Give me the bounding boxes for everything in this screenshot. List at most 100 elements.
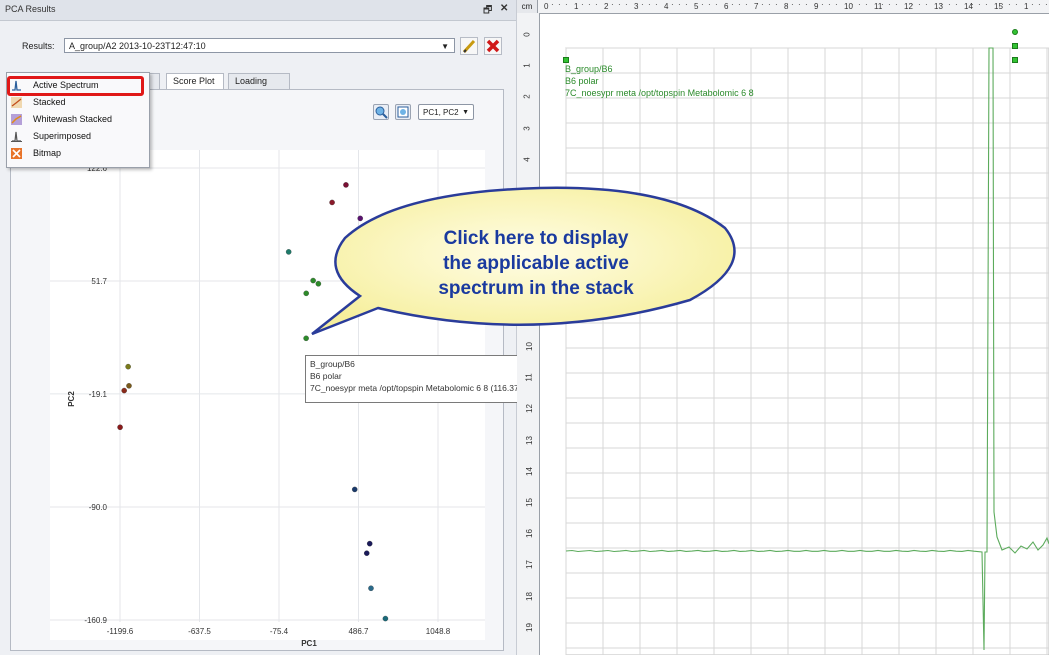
- y-tick-label: -19.1: [89, 390, 108, 399]
- left-ruler: 0 1 2 3 4 5 6 7 8 9 10 11 12 13 14 15 16 17 18 19: [517, 13, 540, 655]
- ruler-tick: ·: [851, 0, 854, 9]
- spectrum-label-group: B_group/B6: [565, 64, 613, 74]
- zoom-in-button[interactable]: [373, 104, 389, 120]
- menu-item-label: Superimposed: [33, 131, 92, 141]
- ruler-tick: ·: [1001, 0, 1004, 9]
- chevron-down-icon: ▼: [462, 109, 469, 116]
- menu-item-whitewash-stacked[interactable]: Whitewash Stacked: [7, 111, 149, 128]
- ruler-tick: ·: [1045, 0, 1048, 9]
- ruler-tick: ·: [595, 0, 598, 9]
- ruler-tick: ·: [701, 0, 704, 9]
- data-point: [126, 383, 132, 389]
- menu-item-superimposed[interactable]: Superimposed: [7, 128, 149, 145]
- ruler-tick: ·: [911, 0, 914, 9]
- ruler-tick: ·: [551, 0, 554, 9]
- superimposed-icon: [11, 131, 22, 142]
- data-point: [285, 249, 292, 255]
- ruler-tick: ·: [858, 0, 861, 9]
- ruler-tick-label: 6: [522, 219, 532, 224]
- highlight-box: [7, 76, 144, 96]
- data-point: [363, 550, 370, 556]
- ruler-tick: ·: [948, 0, 951, 9]
- data-point: [368, 585, 374, 592]
- ruler-tick: ·: [955, 0, 958, 9]
- spectrum-label-experiment: 7C_noesypr meta /opt/topspin Metabolomic…: [565, 88, 754, 98]
- menu-item-label: Whitewash Stacked: [33, 114, 113, 124]
- x-axis-label: PC1: [301, 639, 317, 648]
- spectrum-view-panel: 0 · · · 1 · · · 2 · · · 3 · · · 4 · · · 5 · · · 6 · · · 7 · · · 8 · · · 9 · · ·…: [517, 0, 1049, 655]
- ruler-tick-label: 14: [524, 466, 534, 476]
- data-point: [303, 290, 309, 297]
- ruler-tick: ·: [881, 0, 884, 9]
- data-point: [329, 199, 335, 206]
- y-tick-label: 51.7: [91, 277, 107, 286]
- ruler-tick: ·: [685, 0, 688, 9]
- zoom-reset-button[interactable]: [395, 104, 411, 120]
- resize-handle[interactable]: [1012, 57, 1018, 63]
- ruler-tick: ·: [895, 0, 898, 9]
- ruler-tick-label: 0: [544, 2, 549, 11]
- ruler-tick-label: 9: [522, 313, 532, 318]
- ruler-tick: ·: [925, 0, 928, 9]
- ruler-tick: ·: [865, 0, 868, 9]
- menu-item-label: Stacked: [33, 97, 66, 107]
- data-point: [310, 277, 316, 284]
- spectrum-label-sample: B6 polar: [565, 76, 599, 86]
- ruler-tick-label: 17: [524, 560, 534, 570]
- results-dropdown[interactable]: A_group/A2 2013-10-23T12:47:10 ▼: [64, 38, 455, 53]
- x-tick-label: 486.7: [348, 627, 369, 636]
- ruler-tick: ·: [791, 0, 794, 9]
- ruler-tick-label: 5: [694, 2, 699, 11]
- ruler-tick: ·: [1015, 0, 1018, 9]
- delete-button[interactable]: [484, 37, 502, 55]
- data-point: [351, 486, 358, 493]
- spectrum-frame: [565, 47, 1049, 655]
- ruler-tick: ·: [618, 0, 621, 9]
- ruler-tick-label: 16: [524, 529, 534, 539]
- spectrum-plot-area[interactable]: B_group/B6 B6 polar 7C_noesypr meta /opt…: [557, 42, 1049, 655]
- data-point: [121, 387, 127, 394]
- ruler-tick: ·: [558, 0, 561, 9]
- panel-titlebar: PCA Results 🗗 ✕: [0, 0, 516, 21]
- ruler-tick: ·: [611, 0, 614, 9]
- menu-item-bitmap[interactable]: Bitmap: [7, 145, 149, 162]
- ruler-tick-label: 19: [524, 622, 534, 632]
- dock-icon[interactable]: 🗗: [483, 3, 492, 20]
- panel-title: PCA Results: [5, 4, 56, 14]
- ruler-tick-label: 13: [524, 435, 534, 445]
- ruler-tick: ·: [768, 0, 771, 9]
- ruler-tick-label: 2: [604, 2, 609, 11]
- menu-item-label: Bitmap: [33, 148, 62, 158]
- ruler-tick-label: 11: [524, 373, 534, 382]
- tab-loading-plot[interactable]: Loading Plot: [228, 73, 290, 101]
- ruler-tick-label: 9: [814, 2, 819, 11]
- close-icon[interactable]: ✕: [500, 3, 508, 14]
- ruler-tick-label: 0: [522, 32, 532, 37]
- data-point: [125, 363, 131, 370]
- ruler-tick-label: 3: [634, 2, 639, 11]
- ruler-tick-label: 12: [524, 404, 534, 414]
- resize-handle[interactable]: [563, 57, 569, 63]
- callout-line: Click here to display: [443, 228, 629, 249]
- ruler-tick-label: 4: [664, 2, 669, 11]
- pc-selector-dropdown[interactable]: PC1, PC2 ▼: [418, 104, 474, 120]
- y-tick-label: -90.0: [89, 503, 108, 512]
- data-point: [343, 182, 349, 188]
- tab-score-plot[interactable]: Score Plot: [166, 73, 224, 90]
- ruler-tick: ·: [761, 0, 764, 9]
- zoom-in-icon: [375, 106, 388, 119]
- ruler-tick: ·: [655, 0, 658, 9]
- ruler-tick: ·: [941, 0, 944, 9]
- pencil-icon: [462, 39, 476, 54]
- ruler-tick-label: 1: [1024, 2, 1029, 11]
- resize-handle[interactable]: [1012, 43, 1018, 49]
- ruler-tick: ·: [641, 0, 644, 9]
- ruler-tick: ·: [978, 0, 981, 9]
- edit-button[interactable]: [460, 37, 478, 55]
- rotate-handle[interactable]: [1012, 29, 1018, 35]
- ruler-tick-label: 8: [784, 2, 789, 11]
- menu-item-stacked[interactable]: Stacked: [7, 94, 149, 111]
- data-point: [315, 281, 322, 287]
- results-row: Results: A_group/A2 2013-10-23T12:47:10 …: [0, 30, 516, 56]
- ruler-tick: ·: [738, 0, 741, 9]
